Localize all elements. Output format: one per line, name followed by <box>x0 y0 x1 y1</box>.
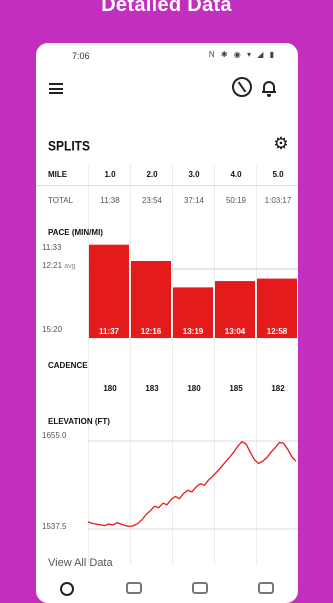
elevation-series-line <box>87 440 297 528</box>
view-all-data-link[interactable]: View All Data <box>48 557 113 569</box>
elevation-label: ELEVATION (FT) <box>48 417 110 426</box>
mile-cell: 5.0 <box>272 170 284 179</box>
mile-label: MILE <box>48 170 68 179</box>
phone-screen: 7:06 N ✱ ◉ ▾ ◢ ▮ SPLITS ⚙ MILE 1.0 2.0 3… <box>36 43 298 603</box>
runner-icon[interactable] <box>60 582 74 596</box>
total-cell: 50:19 <box>225 196 247 205</box>
mile-cell: 3.0 <box>188 170 200 179</box>
cadence-cell: 183 <box>145 384 159 393</box>
shoe-icon[interactable] <box>192 582 208 594</box>
pace-chart: 11:37 12:16 13:19 13:04 12:58 <box>88 244 298 339</box>
app-bar <box>36 69 298 109</box>
splits-title: SPLITS <box>48 137 91 155</box>
total-cell: 1:03:17 <box>264 196 292 205</box>
status-icons: N ✱ ◉ ▾ ◢ ▮ <box>208 50 276 59</box>
cadence-row: 180 183 180 185 182 <box>36 379 298 395</box>
bottom-nav <box>36 578 298 603</box>
mile-cell: 4.0 <box>230 170 242 179</box>
total-cell: 11:38 <box>100 196 120 205</box>
menu-icon[interactable] <box>49 83 63 94</box>
status-bar: 7:06 N ✱ ◉ ▾ ◢ ▮ <box>36 43 298 69</box>
cadence-cell: 185 <box>229 384 243 393</box>
mile-cell: 1.0 <box>104 170 116 179</box>
compass-icon[interactable] <box>232 77 252 97</box>
pace-bar-label: 13:04 <box>225 327 246 336</box>
calendar-icon[interactable] <box>258 582 274 594</box>
total-cell: 23:54 <box>141 196 163 205</box>
promo-title: Detailed Data <box>101 0 232 16</box>
cadence-cell: 180 <box>187 384 201 393</box>
total-row: TOTAL 11:38 23:54 37:14 50:19 1:03:17 <box>36 191 298 211</box>
pace-bar-label: 12:58 <box>267 327 288 336</box>
total-cell: 37:14 <box>183 196 205 205</box>
pace-label: PACE (MIN/MI) <box>48 228 103 237</box>
mile-header-row: MILE 1.0 2.0 3.0 4.0 5.0 <box>36 165 298 186</box>
settings-gear-icon[interactable]: ⚙ <box>272 135 290 153</box>
elevation-chart <box>87 440 298 530</box>
pace-bar <box>89 244 129 338</box>
pace-bar-label: 13:19 <box>183 327 204 336</box>
status-time: 7:06 <box>72 51 90 61</box>
cadence-label: CADENCE <box>48 361 88 370</box>
cadence-cell: 180 <box>103 384 117 393</box>
bell-icon[interactable] <box>262 79 276 97</box>
pace-bar-label: 11:37 <box>99 327 120 336</box>
pace-bar-label: 12:16 <box>141 327 162 336</box>
cadence-cell: 182 <box>271 384 285 393</box>
total-label: TOTAL <box>48 196 74 205</box>
card-icon[interactable] <box>126 582 142 594</box>
mile-cell: 2.0 <box>146 170 158 179</box>
